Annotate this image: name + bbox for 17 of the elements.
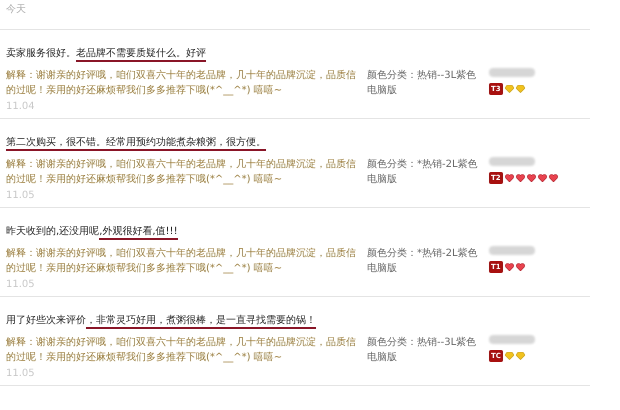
review-text: 用了好些次来评价，非常灵巧好用，煮粥很棒，是一直寻找需要的锅！: [6, 313, 361, 329]
seller-reply: 解释：谢谢亲的好评哦，咱们双喜六十年的老品牌，几十年的品牌沉淀，品质信的过呢！亲用的好还麻烦帮我们多多推荐下哦(*^__^*) 嘻嘻~: [6, 158, 357, 187]
review-text: 昨天收到的,还没用呢,外观很好看,值!!!: [6, 224, 361, 240]
blurred-username: [489, 335, 535, 344]
seller-reply: 解释：谢谢亲的好评哦，咱们双喜六十年的老品牌，几十年的品牌沉淀，品质信的过呢！亲用的好还麻烦帮我们多多推荐下哦(*^__^*) 嘻嘻~: [6, 336, 357, 365]
seller-reply: 解释：谢谢亲的好评哦，咱们双喜六十年的老品牌，几十年的品牌沉淀，品质信的过呢！亲用的好还麻烦帮我们多多推荐下哦(*^__^*) 嘻嘻~: [6, 68, 357, 98]
blurred-username: [489, 68, 535, 77]
product-variant: 颜色分类：*热销-2L紫色电脑版: [367, 246, 479, 276]
blurred-username: [489, 157, 535, 166]
review-text: 第二次购买，很不错。经常用预约功能煮杂粮粥，很方便。: [6, 135, 361, 151]
product-variant: 颜色分类：*热销-2L紫色电脑版: [367, 158, 479, 187]
product-variant: 颜色分类：热销--3L紫色电脑版: [367, 336, 478, 365]
seller-reply: 解释：谢谢亲的好评哦，咱们双喜六十年的老品牌，几十年的品牌沉淀，品质信的过呢！亲用的好还麻烦帮我们多多推荐下哦(*^__^*) 嘻嘻~: [6, 246, 357, 276]
blurred-username: [489, 246, 535, 255]
review-text: 卖家服务很好。老品牌不需要质疑什么。好评: [6, 46, 361, 62]
date-label: 今天: [6, 4, 26, 15]
product-variant: 颜色分类：热销--3L紫色电脑版: [367, 68, 478, 98]
